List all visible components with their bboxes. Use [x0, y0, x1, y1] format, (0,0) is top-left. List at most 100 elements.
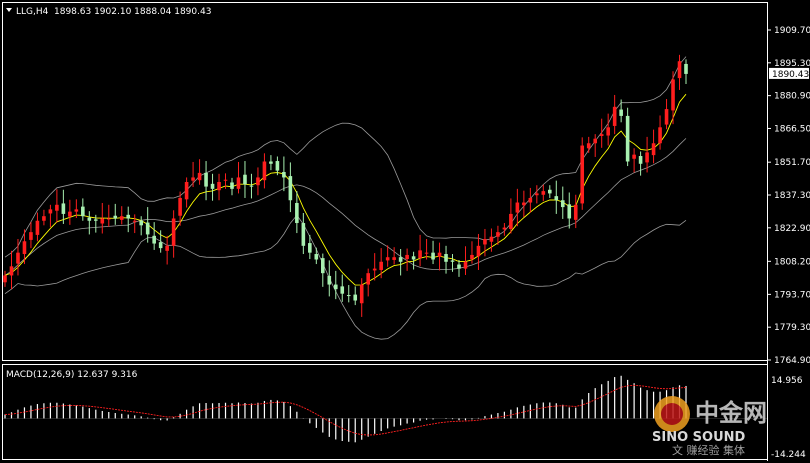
- candle-body: [152, 235, 156, 244]
- candle-body: [353, 294, 358, 301]
- candle-body: [437, 252, 442, 257]
- candle-body: [359, 284, 364, 304]
- candle-body: [541, 191, 546, 195]
- candle-body: [106, 218, 111, 220]
- candle-body: [567, 204, 572, 219]
- candle-body: [269, 161, 273, 164]
- candle-body: [113, 215, 118, 219]
- candle-body: [210, 183, 215, 189]
- watermark-logo-inner: [661, 403, 683, 425]
- candle-body: [346, 295, 351, 297]
- candle-body: [612, 106, 617, 126]
- candle-body: [476, 245, 481, 257]
- macd-tick-label: 14.956: [771, 376, 803, 386]
- candle-body: [573, 204, 578, 220]
- candle-body: [379, 261, 383, 270]
- price-chart[interactable]: LLG,H4 1898.63 1902.10 1888.04 1890.43 M…: [0, 0, 810, 463]
- price-tick-label: 1793.70: [774, 290, 810, 300]
- candle-body: [94, 219, 98, 221]
- candle-body: [586, 143, 591, 149]
- candle-body: [340, 286, 345, 294]
- candle-body: [236, 177, 241, 189]
- candle-body: [249, 185, 254, 187]
- candle-body: [606, 127, 610, 136]
- candle-body: [42, 216, 46, 221]
- price-tick-label: 1866.50: [774, 124, 810, 134]
- candle-body: [593, 138, 597, 144]
- dropdown-triangle-icon[interactable]: [6, 8, 12, 12]
- macd-tick-label: -14.244: [771, 450, 806, 460]
- candle-body: [16, 252, 20, 264]
- price-tick-label: 1851.70: [774, 158, 810, 168]
- price-tick-label: 1880.90: [774, 92, 810, 102]
- candle-body: [217, 182, 221, 191]
- watermark-cn: 中金网: [695, 399, 767, 427]
- candle-body: [580, 145, 585, 204]
- candle-body: [301, 223, 306, 246]
- candle-body: [48, 209, 53, 214]
- price-tick-label: 1779.30: [774, 323, 810, 333]
- candle-body: [288, 176, 293, 201]
- price-tick-label: 1808.20: [774, 257, 810, 267]
- candle-body: [282, 171, 286, 178]
- candle-body: [3, 275, 7, 283]
- bollinger-lower: [4, 214, 687, 340]
- candle-body: [243, 174, 247, 185]
- candle-body: [444, 254, 448, 262]
- watermark-sub: 文 赚经验 集体: [672, 443, 745, 457]
- candle-body: [483, 238, 487, 245]
- candle-body: [489, 236, 494, 242]
- candle-body: [132, 220, 137, 222]
- candle-body: [515, 202, 520, 213]
- candle-body: [424, 252, 429, 254]
- candle-body: [35, 220, 40, 235]
- candle-body: [625, 115, 630, 162]
- price-tick-label: 1764.90: [774, 356, 810, 366]
- candle-body: [191, 177, 195, 181]
- candle-body: [68, 211, 72, 217]
- candle-body: [295, 202, 299, 224]
- candle-body: [470, 254, 474, 260]
- candle-body: [178, 197, 182, 216]
- candle-body: [366, 273, 370, 285]
- candle-body: [450, 260, 455, 262]
- last-price-marker: 1890.43: [769, 67, 809, 80]
- candle-body: [158, 242, 163, 249]
- candle-body: [55, 204, 59, 211]
- candle-body: [87, 217, 92, 221]
- candle-body: [385, 257, 390, 261]
- last-price-label: 1890.43: [772, 70, 809, 80]
- candle-body: [651, 143, 656, 156]
- price-tick-label: 1822.90: [774, 224, 810, 234]
- candle-body: [509, 213, 513, 229]
- candle-body: [145, 222, 150, 235]
- candle-body: [398, 257, 403, 262]
- candle-body: [418, 250, 422, 259]
- candle-body: [632, 154, 636, 159]
- candle-body: [638, 156, 643, 164]
- candle-body: [61, 203, 66, 214]
- candle-body: [658, 127, 662, 144]
- candle-body: [230, 182, 234, 189]
- candle-body: [184, 182, 189, 200]
- price-tick-label: 1837.30: [774, 191, 810, 201]
- candle-body: [204, 172, 208, 187]
- candle-body: [502, 227, 507, 230]
- candle-body: [411, 256, 416, 260]
- candle-body: [100, 218, 105, 224]
- candle-body: [664, 109, 669, 125]
- candle-body: [262, 161, 267, 181]
- candle-body: [405, 254, 409, 260]
- candle-body: [22, 241, 27, 255]
- candle-body: [29, 232, 33, 240]
- candle-body: [327, 275, 332, 285]
- candle-body: [275, 161, 280, 171]
- candle-body: [171, 218, 176, 246]
- candle-body: [560, 200, 565, 208]
- candle-body: [677, 61, 682, 79]
- sino-sound-watermark: 中金网 SINO SOUND 文 赚经验 集体: [652, 396, 767, 457]
- candle-body: [645, 152, 649, 163]
- candle-body: [528, 197, 533, 203]
- candle-body: [392, 257, 396, 260]
- candle-body: [522, 202, 526, 206]
